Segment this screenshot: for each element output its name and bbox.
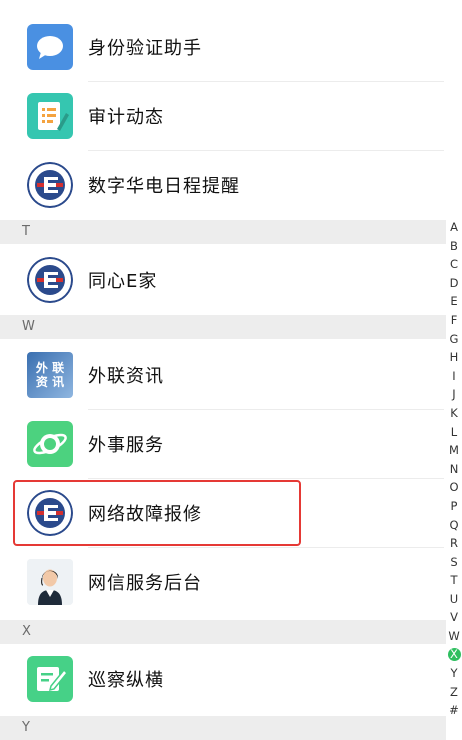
index-letter-f[interactable]: F	[448, 311, 461, 330]
index-letter-d[interactable]: D	[448, 274, 461, 293]
index-letter-s[interactable]: S	[448, 553, 461, 572]
index-letter-u[interactable]: U	[448, 590, 461, 609]
index-letter-k[interactable]: K	[448, 404, 461, 423]
note-edit-icon	[27, 656, 73, 702]
alphabet-index[interactable]: A B C D E F G H I J K L M N O P Q R S T U V W X Y Z #	[446, 218, 462, 720]
list-item-label: 数字华电日程提醒	[88, 176, 240, 197]
list-item-foreign-service[interactable]: 外事服务	[0, 410, 446, 478]
index-letter-n[interactable]: N	[448, 460, 461, 479]
index-letter-q[interactable]: Q	[448, 516, 461, 535]
list-item-foreign-news[interactable]: 外 联 资 讯 外联资讯	[0, 341, 446, 409]
index-letter-p[interactable]: P	[448, 497, 461, 516]
index-letter-hash[interactable]: #	[448, 701, 461, 720]
list-item-label: 外事服务	[88, 435, 164, 456]
index-letter-t[interactable]: T	[448, 571, 461, 590]
section-header-y: Y	[0, 716, 446, 740]
list-item-label: 审计动态	[88, 107, 164, 128]
index-letter-e[interactable]: E	[448, 292, 461, 311]
list-item-patrol[interactable]: 巡察纵横	[0, 645, 446, 713]
list-item-label: 同心E家	[88, 271, 158, 292]
index-letter-c[interactable]: C	[448, 255, 461, 274]
section-header-w: W	[0, 315, 446, 339]
list-item-tongxin[interactable]: 同心E家	[0, 246, 446, 314]
list-item-id-verify[interactable]: 身份验证助手	[0, 13, 446, 81]
index-letter-z[interactable]: Z	[448, 683, 461, 702]
foreign-news-icon: 外 联 资 讯	[27, 352, 73, 398]
index-letter-v[interactable]: V	[448, 608, 461, 627]
list-item-network-backend[interactable]: 网信服务后台	[0, 548, 446, 616]
index-letter-h[interactable]: H	[448, 348, 461, 367]
document-edit-icon	[27, 93, 73, 139]
index-letter-j[interactable]: J	[448, 385, 461, 404]
company-logo-icon	[27, 257, 73, 303]
index-letter-r[interactable]: R	[448, 534, 461, 553]
index-letter-l[interactable]: L	[448, 423, 461, 442]
index-letter-y[interactable]: Y	[448, 664, 461, 683]
chat-bubble-icon	[27, 24, 73, 70]
company-logo-icon	[27, 162, 73, 208]
section-header-x: X	[0, 620, 446, 644]
index-letter-x[interactable]: X	[447, 648, 461, 662]
index-letter-w[interactable]: W	[448, 627, 461, 646]
index-letter-a[interactable]: A	[448, 218, 461, 237]
list-item-digital-reminder[interactable]: 数字华电日程提醒	[0, 151, 446, 219]
index-letter-i[interactable]: I	[448, 367, 461, 386]
customer-service-avatar	[27, 559, 73, 605]
section-header-t: T	[0, 220, 446, 244]
list-item-label: 巡察纵横	[88, 670, 164, 691]
list-item-label: 网信服务后台	[88, 573, 202, 594]
list-item-audit[interactable]: 审计动态	[0, 82, 446, 150]
index-letter-m[interactable]: M	[448, 441, 461, 460]
list-item-label: 外联资讯	[88, 366, 164, 387]
index-letter-g[interactable]: G	[448, 330, 461, 349]
list-item-label: 身份验证助手	[88, 38, 202, 59]
planet-icon	[27, 421, 73, 467]
index-letter-o[interactable]: O	[448, 478, 461, 497]
highlight-box	[13, 480, 301, 546]
index-letter-b[interactable]: B	[448, 237, 461, 256]
